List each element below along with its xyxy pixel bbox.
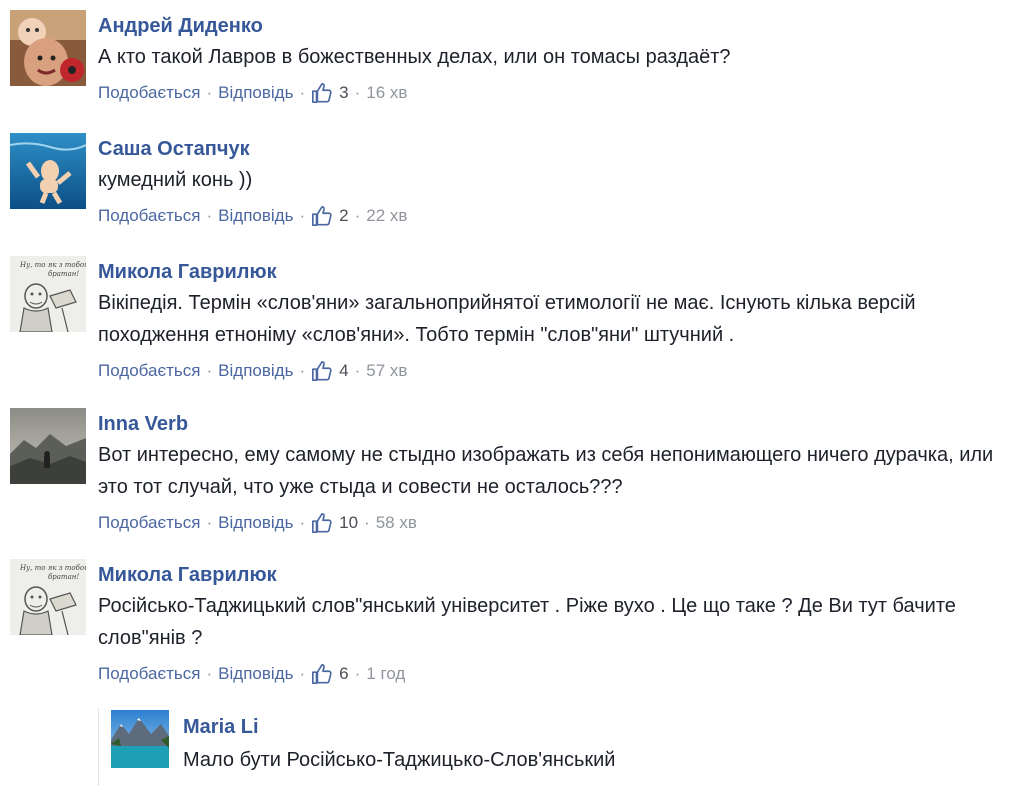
comment-time[interactable]: 57 хв [366, 359, 407, 383]
like-count: 2 [339, 206, 349, 225]
svg-text:Ну, то як з тобой,: Ну, то як з тобой, [19, 261, 86, 269]
comments-list: Андрей Диденко А кто такой Лавров в боже… [0, 0, 1009, 785]
thumbs-up-icon[interactable] [311, 360, 333, 382]
comment-author[interactable]: Саша Остапчук [98, 136, 1005, 162]
reply-button[interactable]: Відповідь [218, 81, 293, 105]
swimming-baby-avatar[interactable] [10, 133, 86, 209]
comment-author[interactable]: Микола Гаврилюк [98, 259, 1005, 285]
comment-text: Вікіпедія. Термін «слов'яни» загальнопри… [98, 292, 916, 346]
thumbs-up-icon[interactable] [311, 82, 333, 104]
lake-mountains-avatar[interactable] [111, 710, 169, 768]
cartoon-sketch-avatar[interactable]: Ну, то як з тобой, братан! [10, 559, 86, 635]
thumbs-up-icon[interactable] [311, 663, 333, 685]
reply-button[interactable]: Відповідь [218, 359, 293, 383]
separator: · [206, 83, 213, 102]
comment-actions: Подобається · Відповідь · 6 · 1 год [98, 662, 1005, 686]
svg-text:братан!: братан! [48, 573, 79, 581]
separator: · [206, 361, 213, 380]
separator: · [299, 513, 306, 532]
separator: · [206, 513, 213, 532]
reply-thread: Maria Li Мало бути Російсько-Таджицько-С… [98, 708, 999, 785]
separator: · [299, 206, 306, 225]
separator: · [354, 664, 361, 683]
separator: · [299, 361, 306, 380]
separator: · [206, 206, 213, 225]
comment-text: Мало бути Російсько-Таджицько-Слов'янськ… [183, 749, 616, 771]
comment-actions: Подобається · Відповідь · 4 · 57 хв [98, 359, 1005, 383]
cartoon-sketch-avatar[interactable]: Ну, то як з тобой, братан! [10, 256, 86, 332]
comment-time[interactable]: 58 хв [376, 511, 417, 535]
like-button[interactable]: Подобається [98, 359, 201, 383]
comment-time[interactable]: 22 хв [366, 204, 407, 228]
comment-text: Російсько-Таджицький слов"янський універ… [98, 595, 956, 649]
like-count: 10 [339, 513, 359, 532]
like-button[interactable]: Подобається [98, 204, 201, 228]
comment-time[interactable]: 16 хв [366, 81, 407, 105]
comment-text: А кто такой Лавров в божественных делах,… [98, 46, 731, 68]
comment-author[interactable]: Inna Verb [98, 411, 1005, 437]
separator: · [364, 513, 370, 532]
separator: · [354, 361, 361, 380]
thumbs-up-icon[interactable] [311, 205, 333, 227]
like-count: 6 [339, 664, 349, 683]
comment-text: кумедний конь )) [98, 169, 253, 191]
reply-button[interactable]: Відповідь [218, 204, 293, 228]
thumbs-up-icon[interactable] [311, 512, 333, 534]
comment-actions: Подобається · Відповідь · 3 · 16 хв [98, 81, 1005, 105]
man-with-baby-avatar[interactable] [10, 10, 86, 86]
reply-button[interactable]: Відповідь [218, 662, 293, 686]
svg-text:братан!: братан! [48, 270, 79, 278]
like-button[interactable]: Подобається [98, 81, 201, 105]
mountain-landscape-avatar[interactable] [10, 408, 86, 484]
comment-author[interactable]: Maria Li [183, 714, 991, 740]
comment-text: Вот интересно, ему самому не стыдно изоб… [98, 444, 994, 498]
svg-text:Ну, то як з тобой,: Ну, то як з тобой, [19, 564, 86, 572]
separator: · [299, 83, 306, 102]
comment-author[interactable]: Андрей Диденко [98, 13, 1005, 39]
comment-author[interactable]: Микола Гаврилюк [98, 562, 1005, 588]
separator: · [354, 206, 361, 225]
like-button[interactable]: Подобається [98, 662, 201, 686]
comment-actions: Подобається · Відповідь · 10 · 58 хв [98, 511, 1005, 535]
like-count: 4 [339, 361, 349, 380]
separator: · [299, 664, 306, 683]
comment-time[interactable]: 1 год [366, 662, 405, 686]
like-count: 3 [339, 83, 349, 102]
like-button[interactable]: Подобається [98, 511, 201, 535]
reply-button[interactable]: Відповідь [218, 511, 293, 535]
separator: · [354, 83, 361, 102]
comment-actions: Подобається · Відповідь · 2 · 22 хв [98, 204, 1005, 228]
separator: · [206, 664, 213, 683]
